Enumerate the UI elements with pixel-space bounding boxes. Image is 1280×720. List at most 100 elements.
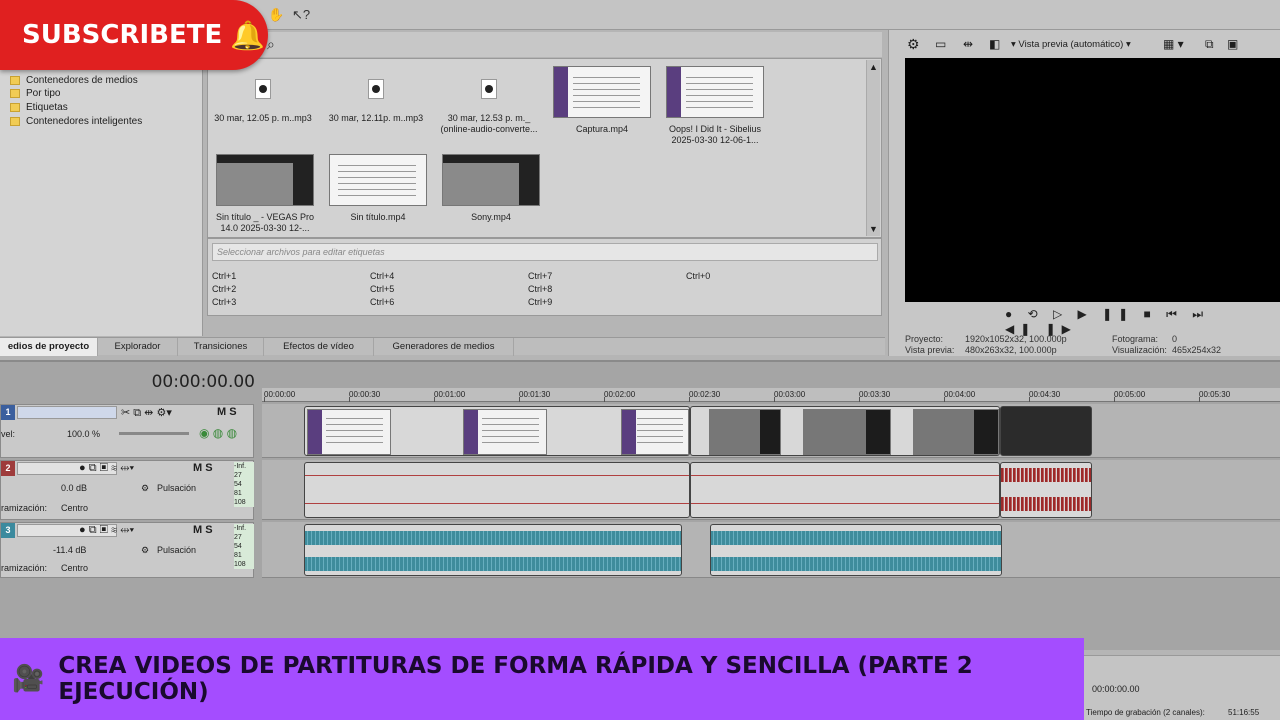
audio-meter: -Inf. 27 54 81 108: [234, 524, 254, 569]
audio-clip[interactable]: [710, 524, 1002, 576]
scroll-up-icon[interactable]: ▲: [869, 62, 878, 72]
gear-icon[interactable]: ⚙: [141, 545, 149, 556]
tag-shortcut[interactable]: Ctrl+7: [528, 271, 552, 281]
tree-item[interactable]: Por tipo: [10, 87, 60, 100]
ruler-tick-label: 00:02:00: [604, 390, 636, 399]
track-number: 1: [1, 405, 15, 420]
media-grid: 30 mar, 12.05 p. m..mp3 30 mar, 12.11p. …: [207, 58, 882, 238]
tag-shortcut[interactable]: Ctrl+4: [370, 271, 394, 281]
meter-tick: -Inf.: [234, 463, 247, 470]
mute-solo-buttons[interactable]: M S: [217, 406, 237, 418]
ruler-tick-label: 00:03:00: [774, 390, 806, 399]
tree-item-label: Contenedores inteligentes: [26, 116, 143, 127]
media-scrollbar[interactable]: ▲ ▼: [866, 60, 880, 236]
subscribe-label: SUBSCRIBETE: [22, 20, 223, 50]
tree-item[interactable]: Etiquetas: [10, 101, 68, 114]
track-name-field[interactable]: [17, 406, 117, 419]
subscribe-banner[interactable]: SUBSCRIBETE 🔔: [0, 0, 268, 70]
media-item[interactable]: 30 mar, 12.05 p. m..mp3: [208, 79, 318, 124]
tab-media-generators[interactable]: Generadores de medios: [374, 338, 514, 356]
tag-shortcut[interactable]: Ctrl+1: [212, 271, 236, 281]
video-thumbnail: [666, 66, 764, 118]
copy-icon[interactable]: ⧉: [1205, 37, 1214, 52]
track-fx-icon[interactable]: ● ⧉ ▣ ≋ ⇹▾: [79, 462, 134, 475]
pan-mode[interactable]: Pulsación: [157, 545, 196, 555]
media-item[interactable]: Oops! I Did It - Sibelius 2025-03-30 12-…: [660, 66, 770, 146]
meter-tick: -Inf.: [234, 525, 247, 532]
tag-shortcut[interactable]: Ctrl+6: [370, 297, 394, 307]
audio-clip[interactable]: [690, 462, 1000, 518]
split-icon[interactable]: ⇹: [963, 37, 973, 51]
grid-icon[interactable]: ▦ ▾: [1163, 37, 1184, 51]
pan-label: ramización:: [1, 503, 48, 513]
ruler-tick: [1199, 397, 1200, 402]
tag-shortcut[interactable]: Ctrl+5: [370, 284, 394, 294]
ruler-tick-label: 00:03:30: [859, 390, 891, 399]
media-item[interactable]: Sin título.mp4: [323, 154, 433, 223]
tag-shortcut[interactable]: Ctrl+9: [528, 297, 552, 307]
track-header-audio[interactable]: 3 ● ⧉ ▣ ≋ ⇹▾ M S -11.4 dB ⚙ Pulsación ra…: [0, 522, 254, 578]
tree-item[interactable]: Contenedores inteligentes: [10, 115, 142, 128]
media-item[interactable]: 30 mar, 12.53 p. m._ (online-audio-conve…: [434, 79, 544, 135]
ruler-tick-label: 00:04:30: [1029, 390, 1061, 399]
video-clip[interactable]: [304, 406, 690, 456]
tree-item-label: Etiquetas: [26, 102, 68, 113]
track-number: 2: [1, 461, 15, 476]
search-icon[interactable]: ⌕: [267, 36, 275, 53]
scroll-down-icon[interactable]: ▼: [869, 224, 878, 234]
video-preview-screen: [905, 58, 1280, 302]
video-clip[interactable]: [1000, 406, 1092, 456]
hand-icon[interactable]: ✋: [268, 7, 284, 23]
tags-input[interactable]: Seleccionar archivos para editar etiquet…: [212, 243, 878, 261]
tab-explorer[interactable]: Explorador: [98, 338, 178, 356]
external-monitor-icon[interactable]: ▭: [935, 37, 946, 51]
pan-label: ramización:: [1, 563, 48, 573]
media-item[interactable]: 30 mar, 12.11p. m..mp3: [321, 79, 431, 124]
audio-clip[interactable]: [1000, 462, 1092, 518]
media-item[interactable]: Captura.mp4: [547, 66, 657, 135]
pan-mode[interactable]: Pulsación: [157, 483, 196, 493]
composite-icon[interactable]: ◉ ◍ ◍: [199, 426, 237, 440]
help-icon[interactable]: ↖?: [292, 7, 310, 23]
transport-controls[interactable]: ● ⟲ ▷ ▶ ❚❚ ■ ⏮ ⏭ ◀❚ ❚▶: [1005, 307, 1225, 336]
meter-tick: 54: [234, 481, 242, 488]
ruler-tick: [774, 397, 775, 402]
ruler-tick: [434, 397, 435, 402]
video-thumbnail: [216, 154, 314, 206]
track-header-video[interactable]: 1 ✂ ⧉ ⇹ ⚙▾ M S vel: 100.0 % ◉ ◍ ◍: [0, 404, 254, 458]
preview-mode-dropdown[interactable]: ▾ Vista previa (automático) ▾: [1011, 39, 1131, 50]
media-item[interactable]: Sin título _ - VEGAS Pro 14.0 2025-03-30…: [210, 154, 320, 234]
tag-shortcut[interactable]: Ctrl+2: [212, 284, 236, 294]
ruler-tick-label: 00:01:30: [519, 390, 551, 399]
video-thumbnail: [329, 154, 427, 206]
timeline-ruler[interactable]: 00:00:00 00:00:30 00:01:00 00:01:30 00:02:00…: [262, 388, 1280, 402]
track-fx-icon[interactable]: ● ⧉ ▣ ≋ ⇹▾: [79, 524, 134, 537]
gear-icon[interactable]: ⚙: [141, 483, 149, 494]
tab-project-media[interactable]: edios de proyecto: [0, 338, 98, 356]
track-header-audio[interactable]: 2 ● ⧉ ▣ ≋ ⇹▾ M S 0.0 dB ⚙ Pulsación rami…: [0, 460, 254, 520]
overlay-icon[interactable]: ◧: [989, 37, 1000, 51]
tag-shortcut[interactable]: Ctrl+8: [528, 284, 552, 294]
gear-icon[interactable]: ⚙: [907, 36, 920, 53]
ruler-tick: [859, 397, 860, 402]
video-clip[interactable]: [690, 406, 1000, 456]
track-fx-icon[interactable]: ✂ ⧉ ⇹ ⚙▾: [121, 406, 172, 420]
media-item-label: Sin título.mp4: [350, 212, 406, 222]
preview-res-value: 480x263x32, 100.000p: [965, 345, 1057, 355]
media-item[interactable]: Sony.mp4: [436, 154, 546, 223]
tree-item[interactable]: Contenedores de medios: [10, 74, 138, 87]
ruler-tick-label: 00:02:30: [689, 390, 721, 399]
tab-transitions[interactable]: Transiciones: [178, 338, 264, 356]
tag-shortcut[interactable]: Ctrl+0: [686, 271, 710, 281]
preview-toolbar: ⚙ ▭ ⇹ ◧ ▾ Vista previa (automático) ▾ ▦ …: [905, 34, 1275, 56]
folder-icon: [10, 117, 20, 126]
audio-clip[interactable]: [304, 462, 690, 518]
level-slider[interactable]: [119, 432, 189, 435]
tag-shortcut[interactable]: Ctrl+3: [212, 297, 236, 307]
save-snapshot-icon[interactable]: ▣: [1227, 37, 1238, 51]
mute-solo-buttons[interactable]: M S: [193, 524, 213, 536]
audio-clip[interactable]: [304, 524, 682, 576]
tab-video-effects[interactable]: Efectos de vídeo: [264, 338, 374, 356]
media-item-label: Oops! I Did It - Sibelius 2025-03-30 12-…: [668, 124, 762, 145]
mute-solo-buttons[interactable]: M S: [193, 462, 213, 474]
